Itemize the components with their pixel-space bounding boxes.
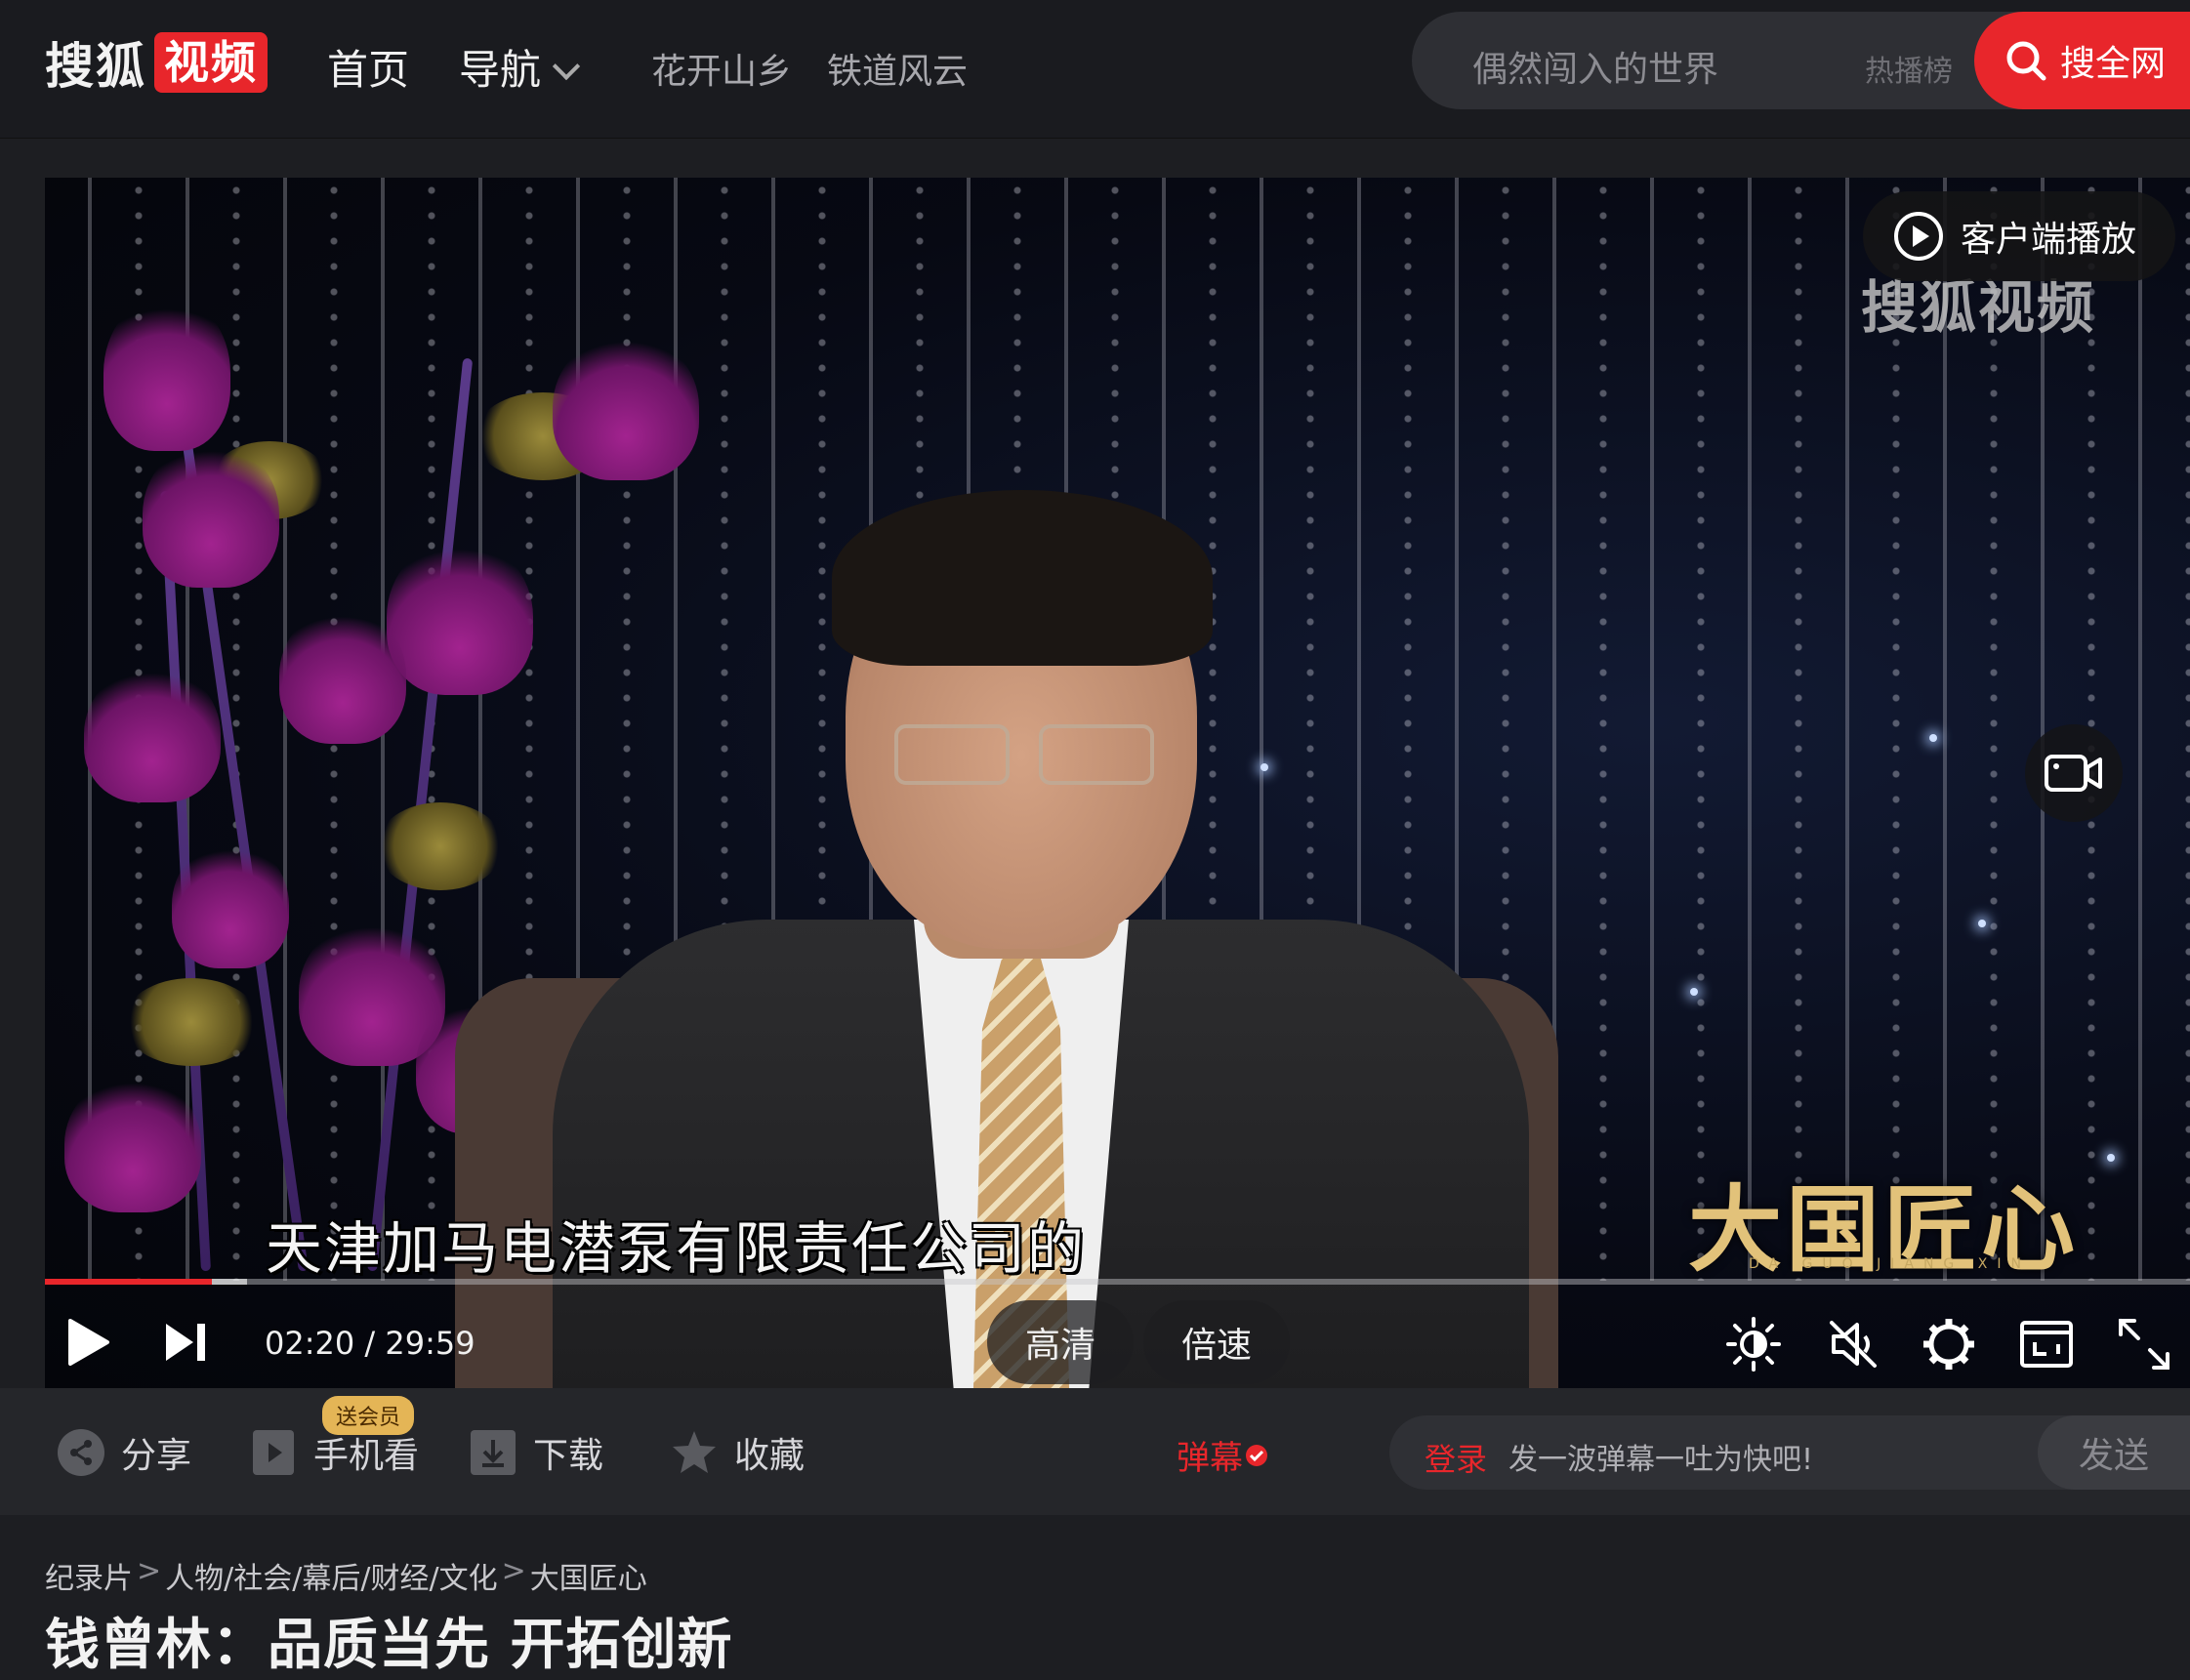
video-player[interactable]: 搜狐视频 大国匠心 DA GUO JIANG XIN 天津加马电潜泵有限责任公司… bbox=[45, 178, 2190, 1388]
logo-text: 搜狐 bbox=[45, 38, 146, 95]
sohu-video-logo[interactable]: 搜狐 视频 bbox=[45, 31, 268, 95]
danmu-label: 弹幕 bbox=[1177, 1439, 1243, 1478]
duration: 29:59 bbox=[385, 1325, 475, 1362]
danmu-toggle[interactable]: 弹幕 bbox=[1177, 1431, 1268, 1479]
search-input[interactable]: 偶然闯入的世界 bbox=[1472, 41, 1718, 92]
nav-home-link[interactable]: 首页 bbox=[327, 37, 409, 97]
progress-buffered bbox=[212, 1279, 247, 1285]
share-button[interactable]: 分享 bbox=[57, 1427, 191, 1478]
progress-bar[interactable] bbox=[45, 1279, 2190, 1285]
hair bbox=[832, 490, 1213, 666]
nav-guide-dropdown[interactable]: 导航 bbox=[459, 37, 581, 97]
vip-gift-badge: 送会员 bbox=[322, 1396, 415, 1435]
download-icon bbox=[471, 1430, 516, 1475]
share-label: 分享 bbox=[121, 1436, 192, 1476]
favorite-label: 收藏 bbox=[734, 1436, 806, 1476]
fullscreen-icon[interactable] bbox=[2115, 1315, 2173, 1373]
current-time: 02:20 bbox=[265, 1325, 355, 1362]
client-play-button[interactable]: 客户端播放 bbox=[1863, 191, 2175, 281]
danmu-login-link[interactable]: 登录 bbox=[1425, 1435, 1487, 1480]
glasses bbox=[894, 724, 1158, 793]
video-camera-icon bbox=[2045, 755, 2102, 792]
settings-icon[interactable] bbox=[1920, 1315, 1978, 1373]
video-subtitle: 天津加马电潜泵有限责任公司的 bbox=[266, 1215, 1087, 1282]
time-separator: / bbox=[354, 1325, 386, 1362]
client-play-label: 客户端播放 bbox=[1961, 220, 2137, 260]
search-all-button[interactable]: 搜全网 bbox=[1974, 12, 2190, 109]
chevron-down-icon bbox=[552, 52, 581, 81]
breadcrumb-tags[interactable]: 人物/社会/幕后/财经/文化 bbox=[165, 1554, 497, 1597]
play-icon[interactable] bbox=[64, 1315, 113, 1370]
picture-in-picture-icon[interactable] bbox=[2017, 1315, 2076, 1373]
progress-played bbox=[45, 1279, 213, 1285]
breadcrumb-category[interactable]: 纪录片 bbox=[45, 1554, 133, 1597]
nav-link-show-2[interactable]: 铁道风云 bbox=[827, 43, 968, 94]
breadcrumb-series[interactable]: 大国匠心 bbox=[530, 1554, 647, 1597]
show-logo-pinyin: DA GUO JIANG XIN bbox=[1749, 1256, 2031, 1272]
nav-link-show-1[interactable]: 花开山乡 bbox=[651, 43, 792, 94]
next-icon[interactable] bbox=[162, 1320, 209, 1365]
check-circle-icon bbox=[1246, 1444, 1267, 1466]
download-label: 下载 bbox=[533, 1436, 604, 1476]
mobile-play-icon bbox=[253, 1430, 294, 1475]
share-icon bbox=[58, 1429, 104, 1476]
nav-guide-label: 导航 bbox=[459, 46, 542, 94]
danmu-send-button[interactable]: 发送 bbox=[2038, 1415, 2190, 1490]
glasses-lens-left bbox=[894, 724, 1010, 785]
play-circle-icon bbox=[1894, 212, 1943, 261]
time-display: 02:20 / 29:59 bbox=[265, 1325, 475, 1362]
video-title: 钱曾林：品质当先 开拓创新 bbox=[45, 1614, 733, 1677]
hot-rank-link[interactable]: 热播榜 bbox=[1865, 47, 1953, 90]
logo-badge: 视频 bbox=[154, 32, 268, 93]
screen-record-button[interactable] bbox=[2025, 724, 2123, 822]
star-icon bbox=[673, 1431, 716, 1473]
glasses-lens-right bbox=[1039, 724, 1154, 785]
brightness-icon[interactable] bbox=[1724, 1315, 1783, 1373]
action-bar: 分享 手机看 送会员 下载 收藏 弹幕 登录 发一波弹幕一吐为快吧! 发送 bbox=[0, 1388, 2190, 1515]
search-all-label: 搜全网 bbox=[2060, 44, 2167, 84]
favorite-button[interactable]: 收藏 bbox=[670, 1427, 805, 1478]
breadcrumb-separator: > bbox=[137, 1554, 162, 1588]
mute-icon[interactable] bbox=[1824, 1315, 1882, 1373]
danmu-input[interactable]: 发一波弹幕一吐为快吧! bbox=[1508, 1435, 1813, 1478]
quality-button[interactable]: 高清 bbox=[987, 1300, 1134, 1384]
breadcrumb-separator: > bbox=[501, 1554, 526, 1588]
speed-button[interactable]: 倍速 bbox=[1143, 1300, 1290, 1384]
breadcrumb: 纪录片 > 人物/社会/幕后/财经/文化 > 大国匠心 bbox=[45, 1554, 647, 1597]
top-header: 搜狐 视频 首页 导航 花开山乡 铁道风云 偶然闯入的世界 热播榜 搜全网 bbox=[0, 0, 2190, 139]
search-icon bbox=[2006, 41, 2046, 81]
download-button[interactable]: 下载 bbox=[469, 1427, 603, 1478]
